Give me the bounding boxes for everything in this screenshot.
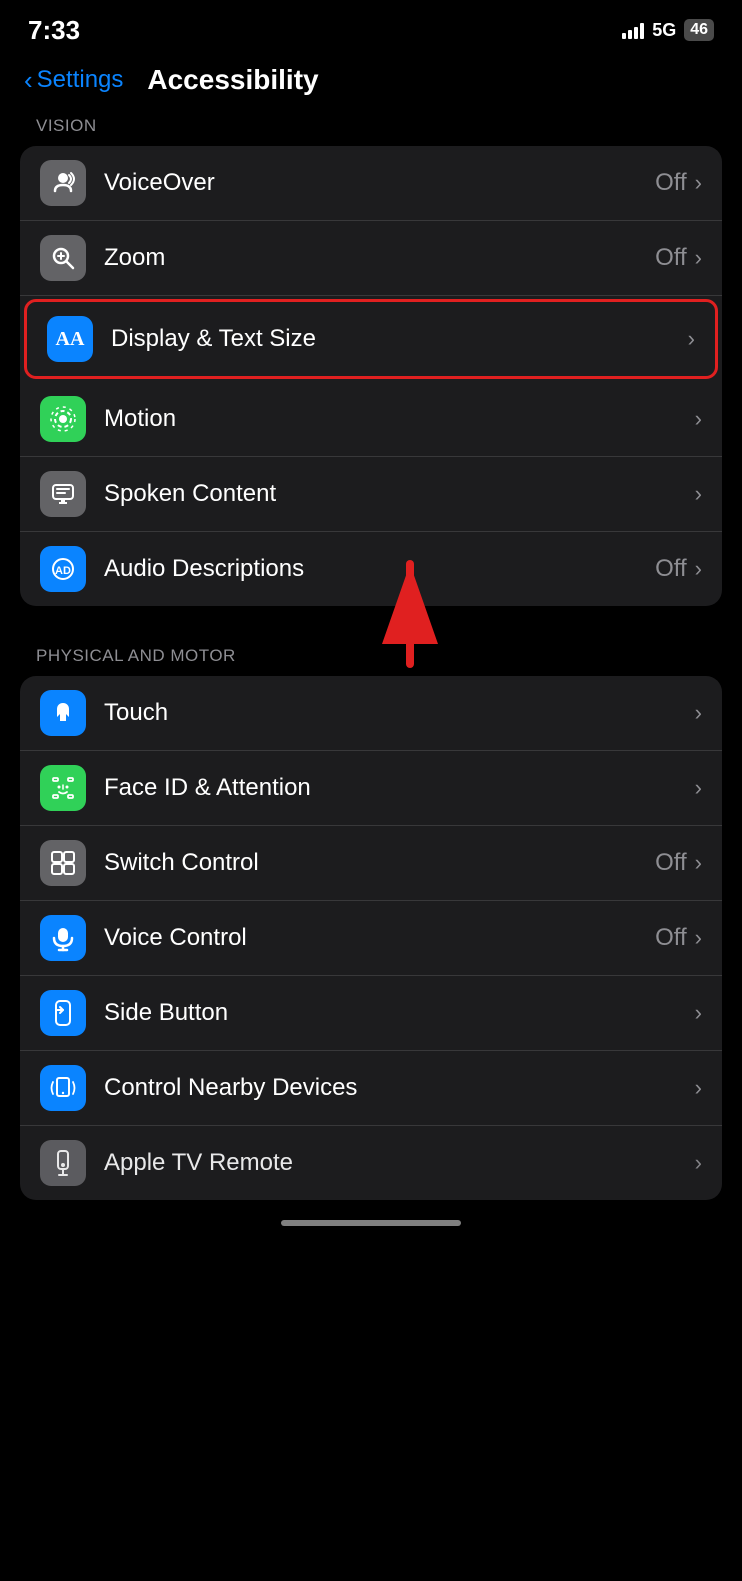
- face-id-chevron-icon: ›: [695, 775, 702, 801]
- voiceover-row[interactable]: VoiceOver Off ›: [20, 146, 722, 221]
- battery-icon: 46: [684, 19, 714, 41]
- nearby-devices-label: Control Nearby Devices: [104, 1074, 695, 1102]
- side-button-icon: [40, 990, 86, 1036]
- apple-tv-row[interactable]: Apple TV Remote ›: [20, 1126, 722, 1200]
- apple-tv-icon: [40, 1140, 86, 1186]
- display-text-size-icon: AA: [47, 316, 93, 362]
- battery-level: 46: [690, 21, 708, 39]
- display-text-size-label: Display & Text Size: [111, 325, 688, 353]
- display-text-size-row[interactable]: AA Display & Text Size ›: [24, 299, 718, 379]
- svg-text:AD: AD: [55, 565, 71, 577]
- touch-icon: [40, 690, 86, 736]
- touch-chevron-icon: ›: [695, 700, 702, 726]
- zoom-label: Zoom: [104, 244, 655, 272]
- audio-descriptions-icon: AD: [40, 546, 86, 592]
- back-label: Settings: [37, 66, 124, 94]
- switch-control-label: Switch Control: [104, 849, 655, 877]
- display-text-size-chevron-icon: ›: [688, 326, 695, 352]
- nearby-devices-icon: [40, 1065, 86, 1111]
- motion-chevron-icon: ›: [695, 406, 702, 432]
- switch-control-row[interactable]: Switch Control Off ›: [20, 826, 722, 901]
- touch-label: Touch: [104, 699, 695, 727]
- zoom-value: Off: [655, 244, 687, 272]
- voice-control-label: Voice Control: [104, 924, 655, 952]
- physical-motor-section: PHYSICAL AND MOTOR Touch ›: [0, 646, 742, 1200]
- apple-tv-label: Apple TV Remote: [104, 1149, 695, 1177]
- side-button-label: Side Button: [104, 999, 695, 1027]
- back-chevron-icon: ‹: [24, 65, 33, 96]
- side-button-row[interactable]: Side Button ›: [20, 976, 722, 1051]
- audio-descriptions-chevron-icon: ›: [695, 556, 702, 582]
- network-label: 5G: [652, 20, 676, 41]
- voice-control-chevron-icon: ›: [695, 925, 702, 951]
- nearby-devices-row[interactable]: Control Nearby Devices ›: [20, 1051, 722, 1126]
- face-id-icon: [40, 765, 86, 811]
- motion-row[interactable]: Motion ›: [20, 382, 722, 457]
- status-time: 7:33: [28, 15, 80, 46]
- switch-control-chevron-icon: ›: [695, 850, 702, 876]
- motion-label: Motion: [104, 405, 695, 433]
- voiceover-chevron-icon: ›: [695, 170, 702, 196]
- signal-bars-icon: [622, 21, 644, 39]
- audio-descriptions-value: Off: [655, 555, 687, 583]
- page-title: Accessibility: [147, 64, 318, 96]
- voice-control-value: Off: [655, 924, 687, 952]
- home-indicator: [281, 1220, 461, 1226]
- red-arrow-annotation: [350, 534, 470, 694]
- spoken-content-icon: [40, 471, 86, 517]
- zoom-icon: [40, 235, 86, 281]
- voiceover-label: VoiceOver: [104, 169, 655, 197]
- spoken-content-row[interactable]: Spoken Content ›: [20, 457, 722, 532]
- switch-control-value: Off: [655, 849, 687, 877]
- voiceover-value: Off: [655, 169, 687, 197]
- spoken-content-label: Spoken Content: [104, 480, 695, 508]
- status-bar: 7:33 5G 46: [0, 0, 742, 54]
- motion-icon: [40, 396, 86, 442]
- face-id-label: Face ID & Attention: [104, 774, 695, 802]
- voice-control-icon: [40, 915, 86, 961]
- status-icons: 5G 46: [622, 19, 714, 41]
- physical-motor-settings-group: Touch › Face ID & Attention ›: [20, 676, 722, 1200]
- nearby-devices-chevron-icon: ›: [695, 1075, 702, 1101]
- voice-control-row[interactable]: Voice Control Off ›: [20, 901, 722, 976]
- apple-tv-chevron-icon: ›: [695, 1150, 702, 1176]
- vision-section-header: VISION: [0, 116, 742, 146]
- zoom-chevron-icon: ›: [695, 245, 702, 271]
- nav-bar: ‹ Settings Accessibility: [0, 54, 742, 116]
- face-id-row[interactable]: Face ID & Attention ›: [20, 751, 722, 826]
- zoom-row[interactable]: Zoom Off ›: [20, 221, 722, 296]
- spoken-content-chevron-icon: ›: [695, 481, 702, 507]
- voiceover-icon: [40, 160, 86, 206]
- side-button-chevron-icon: ›: [695, 1000, 702, 1026]
- switch-control-icon: [40, 840, 86, 886]
- vision-section: VISION VoiceOver Off ›: [0, 116, 742, 606]
- back-button[interactable]: ‹ Settings: [24, 65, 123, 96]
